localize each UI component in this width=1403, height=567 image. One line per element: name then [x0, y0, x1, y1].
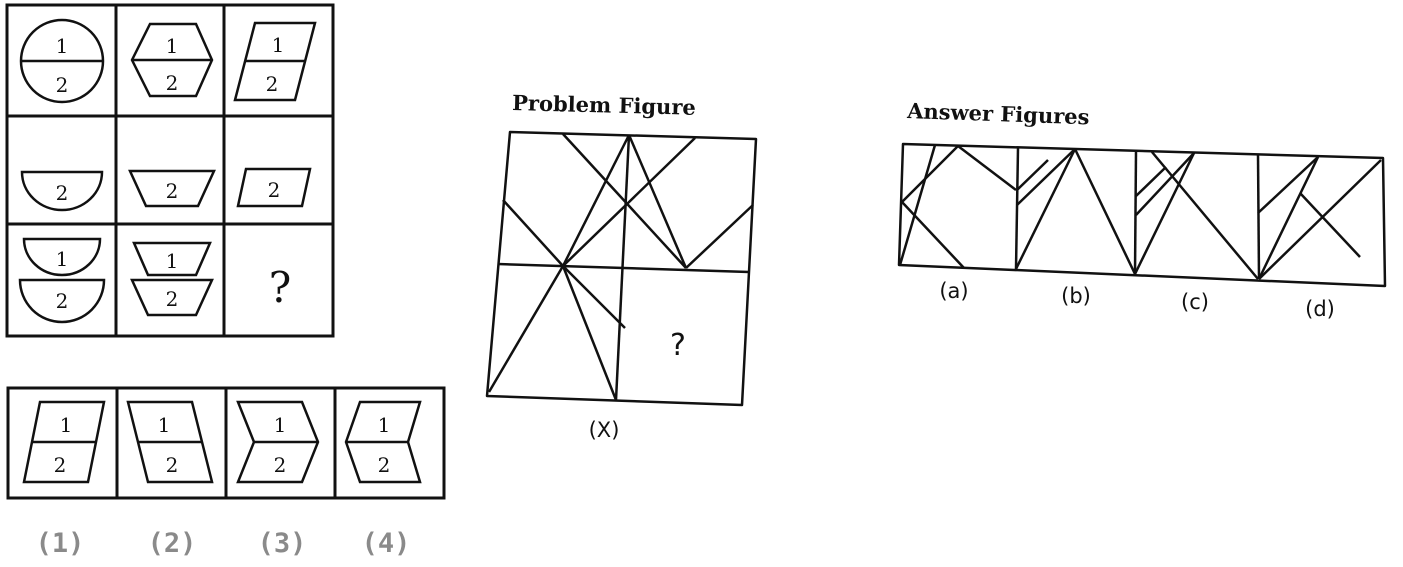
number-two: 2	[54, 453, 67, 477]
problem-figure	[485, 130, 758, 407]
problem-question-mark: ?	[670, 328, 686, 363]
answer-b-figure[interactable]	[1014, 148, 1137, 275]
option-2-shape[interactable]: 1 2	[126, 400, 214, 484]
cell-stacked-semicircles: 1 2	[18, 237, 106, 324]
option-label-4[interactable]: (4)	[362, 528, 411, 559]
problem-figure-heading: Problem Figure	[512, 90, 696, 120]
number-two: 2	[56, 289, 69, 313]
answer-figures-heading: Answer Figures	[906, 98, 1090, 129]
number-one: 1	[56, 34, 69, 58]
number-two: 2	[266, 72, 279, 96]
number-two: 2	[56, 181, 69, 205]
number-one: 1	[166, 249, 179, 273]
answer-label-c[interactable]: (c)	[1181, 290, 1209, 314]
number-one: 1	[378, 413, 391, 437]
number-one: 1	[158, 413, 171, 437]
answer-a-figure[interactable]	[898, 144, 1017, 269]
problem-figure-label: (X)	[589, 418, 620, 442]
number-two: 2	[268, 178, 281, 202]
option-label-1[interactable]: (1)	[36, 528, 85, 559]
number-two: 2	[166, 71, 179, 95]
answer-d-figure[interactable]	[1257, 156, 1382, 280]
cell-stacked-hexagon-halves: 1 2	[130, 241, 214, 317]
option-3-shape[interactable]: 1 2	[236, 400, 320, 484]
answer-c-figure[interactable]	[1133, 151, 1259, 280]
number-one: 1	[272, 33, 285, 57]
cell-hexagon-halves: 1 2	[130, 22, 214, 98]
cell-parallelogram-halves: 1 2	[233, 21, 317, 102]
figure-canvas: 1 2 1 2 1 2 2 2 2 1 2 1 2 ? 1 2 1 2 1 2 …	[5, 3, 1387, 559]
option-label-3[interactable]: (3)	[258, 528, 307, 559]
number-one: 1	[60, 413, 73, 437]
answer-label-d[interactable]: (d)	[1305, 297, 1335, 321]
number-two: 2	[56, 73, 69, 97]
answer-label-b[interactable]: (b)	[1061, 284, 1091, 308]
cell-circle-halves: 1 2	[19, 18, 105, 104]
number-one: 1	[166, 34, 179, 58]
number-two: 2	[166, 453, 179, 477]
number-two: 2	[166, 179, 179, 203]
number-one: 1	[56, 247, 69, 271]
cell-bottom-hexagon-half: 2	[128, 169, 216, 208]
number-two: 2	[274, 453, 287, 477]
number-two: 2	[378, 453, 391, 477]
cell-bottom-semicircle: 2	[20, 170, 104, 212]
option-label-2[interactable]: (2)	[148, 528, 197, 559]
option-4-shape[interactable]: 1 2	[344, 400, 422, 484]
answer-figures-frame	[897, 142, 1387, 288]
number-one: 1	[274, 413, 287, 437]
answer-label-a[interactable]: (a)	[939, 279, 968, 303]
cell-bottom-parallelogram-half: 2	[236, 167, 312, 208]
missing-cell-question-mark: ?	[269, 263, 292, 312]
option-1-shape[interactable]: 1 2	[22, 400, 106, 484]
number-two: 2	[166, 287, 179, 311]
